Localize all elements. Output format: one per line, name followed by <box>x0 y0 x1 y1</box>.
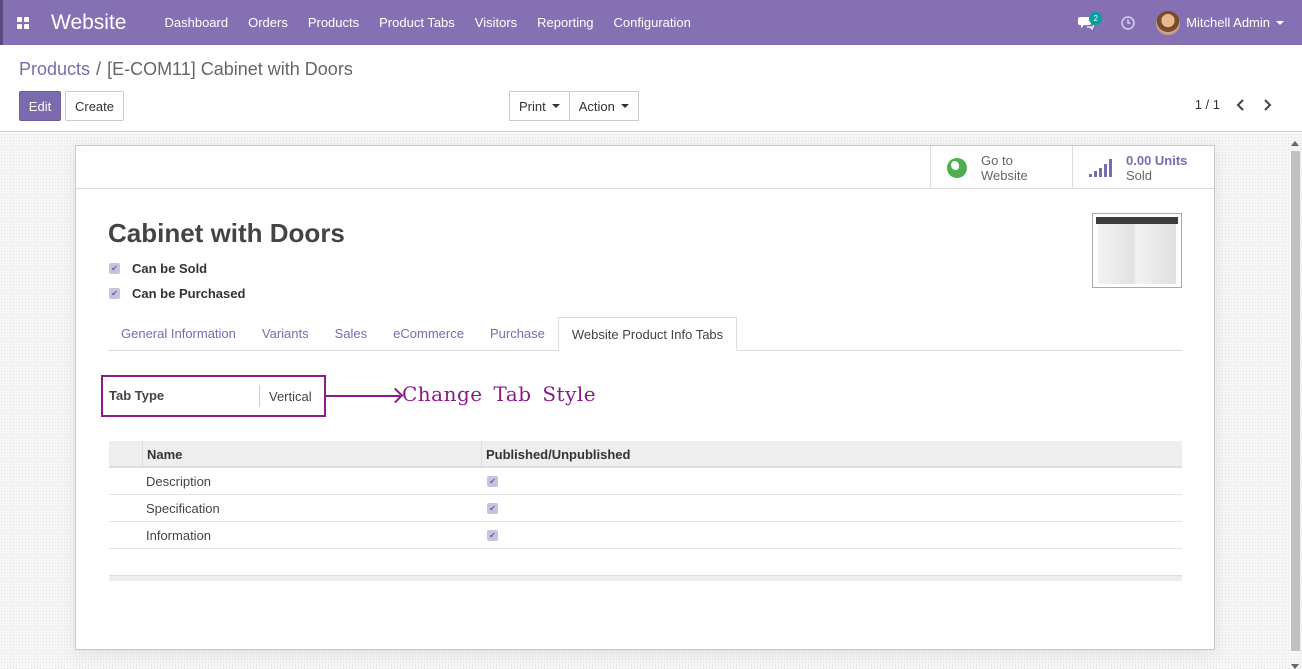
breadcrumb-separator: / <box>96 59 102 79</box>
tab-type-label: Tab Type <box>103 385 260 407</box>
published-checkbox[interactable]: ✔ <box>487 529 498 541</box>
tab-general-information[interactable]: General Information <box>108 317 249 350</box>
edit-button[interactable]: Edit <box>19 91 61 121</box>
scroll-up-arrow[interactable] <box>1291 141 1299 146</box>
menu-item-orders[interactable]: Orders <box>238 0 298 45</box>
caret-down-icon[interactable] <box>1276 20 1284 25</box>
notebook-tabs: General Information Variants Sales eComm… <box>108 317 1182 351</box>
globe-icon <box>947 157 967 178</box>
product-name: Cabinet with Doors <box>108 218 345 248</box>
tab-purchase[interactable]: Purchase <box>477 317 558 350</box>
chat-icon[interactable]: 2 <box>1072 0 1103 45</box>
annotation-text: Change Tab Style <box>402 382 597 406</box>
control-panel: Products / [E-COM11] Cabinet with Doors … <box>0 45 1302 132</box>
menu-item-configuration[interactable]: Configuration <box>604 0 701 45</box>
form-content-area: Go to Website 0.00 Units Sold Cabinet wi… <box>0 133 1302 669</box>
caret-down-icon <box>620 104 629 108</box>
chat-count-badge: 2 <box>1089 12 1103 25</box>
units-sold-value: 0.00 Units <box>1126 152 1188 168</box>
menu-item-dashboard[interactable]: Dashboard <box>154 0 238 45</box>
menu-item-reporting[interactable]: Reporting <box>527 0 603 45</box>
can-be-sold-label: Can be Sold <box>132 261 208 276</box>
menu-item-visitors[interactable]: Visitors <box>465 0 527 45</box>
chevron-right-icon[interactable] <box>1262 98 1272 112</box>
tab-website-product-info-tabs[interactable]: Website Product Info Tabs <box>557 317 738 351</box>
row-name: Information <box>146 527 212 543</box>
select-column-header <box>109 441 143 466</box>
pager-value[interactable]: 1 / 1 <box>1195 97 1220 112</box>
product-image[interactable] <box>1092 213 1182 288</box>
info-tabs-table: Name Published/Unpublished Description ✔… <box>109 441 1182 581</box>
app-brand[interactable]: Website <box>51 11 126 35</box>
website-label: Website <box>981 167 1028 183</box>
top-navbar: Website Dashboard Orders Products Produc… <box>0 0 1302 45</box>
can-be-sold-row: ✔ Can be Sold <box>109 261 207 276</box>
go-to-label: Go to <box>981 152 1013 168</box>
table-row[interactable]: Description ✔ <box>109 468 1182 495</box>
go-to-website-button[interactable]: Go to Website <box>930 146 1073 189</box>
menu-item-product-tabs[interactable]: Product Tabs <box>369 0 465 45</box>
scroll-down-arrow[interactable] <box>1291 664 1299 669</box>
table-footer <box>109 575 1182 581</box>
print-dropdown[interactable]: Print <box>509 91 570 121</box>
tab-variants[interactable]: Variants <box>249 317 322 350</box>
tab-ecommerce[interactable]: eCommerce <box>380 317 477 350</box>
user-avatar[interactable] <box>1156 10 1181 35</box>
table-row[interactable]: Information ✔ <box>109 522 1182 549</box>
annotation-arrow <box>325 395 400 397</box>
table-header: Name Published/Unpublished <box>109 441 1182 468</box>
apps-menu-icon[interactable] <box>3 0 43 45</box>
can-be-purchased-checkbox[interactable]: ✔ <box>109 288 120 299</box>
can-be-purchased-row: ✔ Can be Purchased <box>109 286 245 301</box>
published-checkbox[interactable]: ✔ <box>487 475 498 487</box>
published-column-header[interactable]: Published/Unpublished <box>482 441 630 466</box>
create-button[interactable]: Create <box>65 91 124 121</box>
tab-type-field-highlight: Tab Type Vertical <box>101 375 326 417</box>
main-menu: Dashboard Orders Products Product Tabs V… <box>154 0 700 45</box>
units-sold-button[interactable]: 0.00 Units Sold <box>1072 146 1214 189</box>
action-button-group: Print Action <box>509 91 639 121</box>
row-name: Description <box>146 473 212 489</box>
vertical-scrollbar[interactable] <box>1290 141 1300 669</box>
tab-sales[interactable]: Sales <box>322 317 381 350</box>
caret-down-icon <box>551 104 560 108</box>
breadcrumb-products-link[interactable]: Products <box>19 59 90 80</box>
can-be-sold-checkbox[interactable]: ✔ <box>109 263 120 274</box>
sold-label: Sold <box>1126 167 1153 183</box>
action-dropdown[interactable]: Action <box>569 91 639 121</box>
breadcrumb: Products / [E-COM11] Cabinet with Doors <box>19 59 353 80</box>
tab-type-value[interactable]: Vertical <box>260 389 312 404</box>
breadcrumb-current: [E-COM11] Cabinet with Doors <box>107 59 353 79</box>
table-row[interactable]: Specification ✔ <box>109 495 1182 522</box>
smart-button-box: Go to Website 0.00 Units Sold <box>76 146 1214 189</box>
pager: 1 / 1 <box>1195 97 1272 112</box>
activity-clock-icon[interactable] <box>1114 0 1142 45</box>
row-name: Specification <box>146 500 220 516</box>
published-checkbox[interactable]: ✔ <box>487 502 498 514</box>
form-sheet: Go to Website 0.00 Units Sold Cabinet wi… <box>75 145 1215 650</box>
menu-item-products[interactable]: Products <box>298 0 369 45</box>
user-menu[interactable]: Mitchell Admin <box>1186 15 1270 30</box>
chevron-left-icon[interactable] <box>1236 98 1246 112</box>
print-label: Print <box>519 98 546 114</box>
action-label: Action <box>578 98 615 114</box>
scroll-thumb[interactable] <box>1291 151 1300 651</box>
bar-chart-icon <box>1089 158 1112 177</box>
name-column-header[interactable]: Name <box>143 441 482 466</box>
can-be-purchased-label: Can be Purchased <box>132 286 246 301</box>
